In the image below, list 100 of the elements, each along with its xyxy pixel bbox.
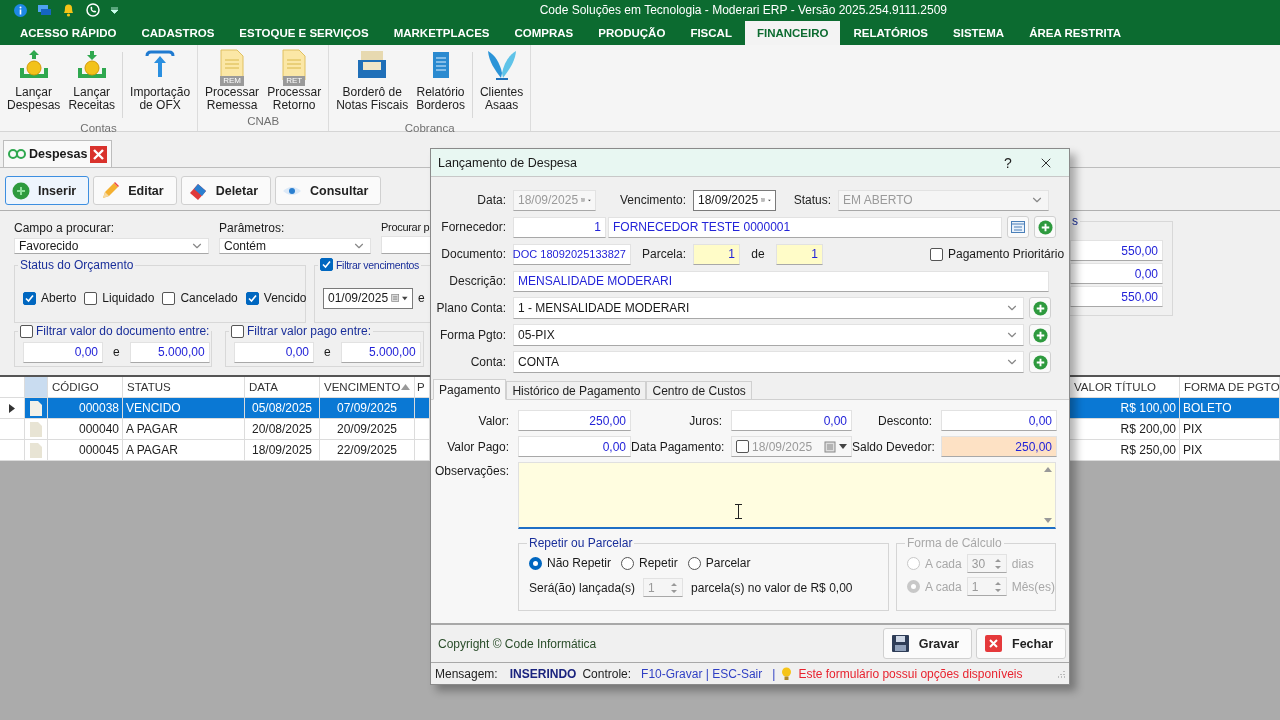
dropdown-icon[interactable]	[111, 6, 118, 14]
ribbon-button[interactable]: Borderô de Notas Fiscais	[332, 48, 413, 112]
table-cell[interactable]: 22/09/2025	[320, 440, 415, 461]
ribbon-button[interactable]: Relatório Borderos	[412, 48, 469, 112]
radio-button[interactable]	[687, 556, 701, 570]
menu-tab[interactable]: SISTEMA	[941, 21, 1017, 45]
table-cell[interactable]: A PAGAR	[123, 440, 245, 461]
tab[interactable]: Pagamento	[433, 379, 507, 400]
table-cell[interactable]: 05/08/2025	[245, 398, 320, 419]
menu-tab[interactable]: COMPRAS	[502, 21, 586, 45]
table-cell[interactable]: R$ 100,00	[1070, 398, 1180, 419]
select-field[interactable]: Contém	[219, 238, 371, 254]
menu-tab[interactable]: ESTOQUE E SERVIÇOS	[227, 21, 381, 45]
input-field[interactable]: DOC 18092025133827	[513, 243, 631, 265]
add-button[interactable]	[1029, 324, 1051, 346]
select-field[interactable]: Favorecido	[14, 238, 209, 254]
select-field[interactable]: 05-PIX	[513, 324, 1024, 346]
menu-tab[interactable]: RELATÓRIOS	[841, 21, 940, 45]
checkbox[interactable]	[23, 291, 36, 305]
table-cell[interactable]: A PAGAR	[123, 419, 245, 440]
table-cell[interactable]: PIX	[1180, 419, 1280, 440]
save-button[interactable]: Gravar	[882, 628, 972, 660]
code-field[interactable]: 1	[513, 216, 606, 238]
table-cell[interactable]: VENCIDO	[123, 398, 245, 419]
tab[interactable]: Centro de Custos	[646, 381, 752, 400]
menu-tab[interactable]: ÁREA RESTRITA	[1017, 21, 1134, 45]
table-cell[interactable]: 000045	[48, 440, 123, 461]
menu-tab[interactable]: MARKETPLACES	[381, 21, 502, 45]
number-field[interactable]: 250,00	[518, 410, 631, 431]
checkbox[interactable]	[84, 291, 98, 305]
ribbon-button[interactable]: Clientes Asaas	[475, 48, 528, 112]
number-field[interactable]: 1	[776, 243, 823, 265]
number-field[interactable]: 0,00	[731, 410, 852, 431]
toolbar-button[interactable]: Consultar	[275, 176, 382, 205]
ribbon-button[interactable]: RET Processar Retorno	[263, 48, 326, 112]
table-cell[interactable]: BOLETO	[1180, 398, 1280, 419]
column-header[interactable]: VENCIMENTO	[320, 377, 415, 398]
checkbox[interactable]	[231, 324, 244, 338]
radio-button[interactable]	[529, 556, 542, 570]
table-cell[interactable]: 20/09/2025	[320, 419, 415, 440]
checkbox[interactable]	[162, 291, 176, 305]
column-header[interactable]: CÓDIGO	[48, 377, 123, 398]
add-button[interactable]	[1029, 351, 1051, 373]
table-cell[interactable]: 20/08/2025	[245, 419, 320, 440]
tab[interactable]: Histórico de Pagamento	[506, 381, 647, 400]
menu-tab[interactable]: FINANCEIRO	[744, 21, 841, 45]
date-field[interactable]: 01/09/2025	[323, 287, 413, 309]
number-field[interactable]: 0,00	[941, 410, 1057, 431]
column-header[interactable]: DATA	[245, 377, 320, 398]
phone-bubble-icon[interactable]	[86, 3, 100, 17]
checkbox[interactable]	[320, 258, 333, 271]
info-icon[interactable]	[14, 3, 27, 17]
close-icon[interactable]	[90, 145, 108, 163]
input-field[interactable]	[381, 236, 431, 254]
ribbon-button[interactable]: Importação de OFX	[126, 48, 195, 112]
table-cell[interactable]: 07/09/2025	[320, 398, 415, 419]
radio-button[interactable]	[621, 556, 635, 570]
add-button[interactable]	[1029, 297, 1051, 319]
column-header[interactable]: FORMA DE PGTO	[1180, 377, 1280, 398]
table-cell[interactable]: PIX	[1180, 440, 1280, 461]
number-field[interactable]: 0,00	[23, 341, 103, 363]
ribbon-button[interactable]: Lançar Receitas	[64, 48, 120, 112]
menu-tab[interactable]: CADASTROS	[129, 21, 227, 45]
number-field[interactable]: 5.000,00	[129, 341, 210, 363]
column-header[interactable]: STATUS	[123, 377, 245, 398]
menu-tab[interactable]: PRODUÇÃO	[586, 21, 678, 45]
table-cell[interactable]: 000040	[48, 419, 123, 440]
number-field[interactable]: 0,00	[234, 341, 314, 363]
bell-icon[interactable]	[62, 3, 75, 17]
table-cell[interactable]: R$ 200,00	[1070, 419, 1180, 440]
close-button[interactable]: Fechar	[976, 628, 1066, 660]
column-header[interactable]: P	[415, 377, 430, 398]
document-tab[interactable]: Despesas	[3, 140, 113, 167]
select-field[interactable]: 1 - MENSALIDADE MODERARI	[513, 297, 1024, 319]
menu-tab[interactable]: ACESSO RÁPIDO	[8, 21, 129, 45]
checkbox[interactable]	[930, 247, 943, 261]
lookup-button[interactable]	[1007, 216, 1029, 238]
number-field[interactable]: 0,00	[518, 436, 631, 457]
menu-tab[interactable]: FISCAL	[678, 21, 744, 45]
ribbon-button[interactable]: Lançar Despesas	[3, 48, 65, 112]
number-field[interactable]: 1	[693, 243, 740, 265]
date-field[interactable]: 18/09/2025	[693, 189, 776, 211]
help-button[interactable]: ?	[993, 149, 1023, 176]
input-field[interactable]: MENSALIDADE MODERARI	[513, 270, 1049, 292]
toolbar-button[interactable]: Inserir	[5, 176, 90, 205]
ribbon-button[interactable]: REM Processar Remessa	[201, 48, 264, 112]
notes-field[interactable]	[518, 462, 1056, 529]
toolbar-button[interactable]: Editar	[93, 176, 177, 205]
number-field[interactable]: 5.000,00	[340, 341, 421, 363]
select-field[interactable]: CONTA	[513, 351, 1024, 373]
table-cell[interactable]: R$ 250,00	[1070, 440, 1180, 461]
table-cell[interactable]: 000038	[48, 398, 123, 419]
add-button[interactable]	[1034, 216, 1056, 238]
toolbar-button[interactable]: Deletar	[180, 176, 272, 205]
name-field[interactable]: FORNECEDOR TESTE 0000001	[608, 216, 1002, 238]
checkbox[interactable]	[245, 291, 259, 305]
table-cell[interactable]: 18/09/2025	[245, 440, 320, 461]
chat-icon[interactable]	[38, 3, 51, 17]
column-header[interactable]: VALOR TÍTULO	[1070, 377, 1180, 398]
checkbox[interactable]	[736, 440, 749, 453]
